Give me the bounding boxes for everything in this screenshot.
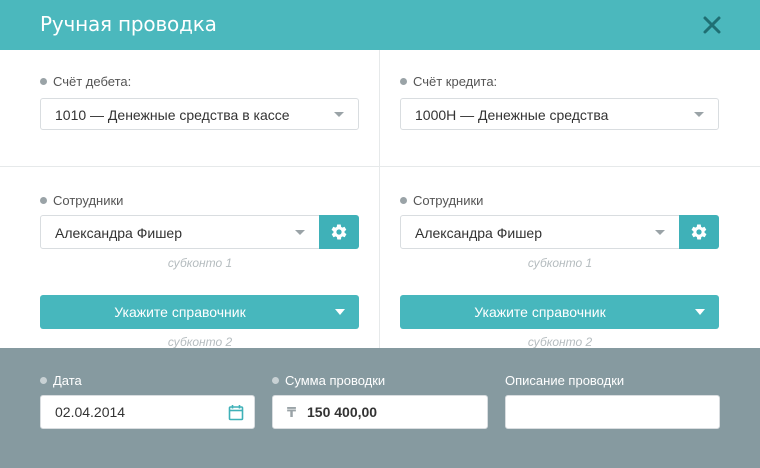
chevron-down-icon <box>694 112 704 117</box>
date-value: 02.04.2014 <box>55 404 126 420</box>
required-dot <box>40 78 47 85</box>
calendar-icon[interactable] <box>228 404 244 421</box>
dialog-header: Ручная проводка <box>0 0 760 50</box>
left-employees-label: Сотрудники <box>40 193 123 208</box>
required-dot <box>272 377 279 384</box>
column-divider <box>379 50 380 348</box>
close-button[interactable] <box>699 12 725 38</box>
tenge-icon: ₸ <box>287 405 297 420</box>
description-label: Описание проводки <box>505 373 625 388</box>
debit-account-select[interactable]: 1010 — Денежные средства в кассе <box>40 98 359 130</box>
left-subconto-2-hint: субконто 2 <box>167 335 233 349</box>
right-employee-settings-button[interactable] <box>679 215 719 249</box>
required-dot <box>400 197 407 204</box>
date-label-text: Дата <box>53 373 82 388</box>
chevron-down-icon <box>295 230 305 235</box>
right-employees-label: Сотрудники <box>400 193 483 208</box>
gear-icon <box>691 224 707 240</box>
close-icon <box>703 16 721 34</box>
chevron-down-icon <box>695 309 705 315</box>
credit-account-select[interactable]: 1000Н — Денежные средства <box>400 98 719 130</box>
required-dot <box>40 197 47 204</box>
right-subconto-2-hint: субконто 2 <box>527 335 593 349</box>
right-employee-select[interactable]: Александра Фишер <box>400 215 680 249</box>
chevron-down-icon <box>655 230 665 235</box>
gear-icon <box>331 224 347 240</box>
dialog-footer: Дата 02.04.2014 Сумма проводки ₸ 150 400… <box>0 348 760 468</box>
required-dot <box>400 78 407 85</box>
left-subconto-1-hint: субконто 1 <box>167 256 233 270</box>
right-employees-label-text: Сотрудники <box>413 193 484 208</box>
right-reference-button-label: Укажите справочник <box>474 304 606 320</box>
chevron-down-icon <box>334 112 344 117</box>
left-employee-select[interactable]: Александра Фишер <box>40 215 320 249</box>
debit-account-value: 1010 — Денежные средства в кассе <box>55 107 290 123</box>
sum-label: Сумма проводки <box>272 373 385 388</box>
debit-account-label-text: Счёт дебета: <box>53 74 132 89</box>
right-employee-value: Александра Фишер <box>415 225 542 241</box>
section-divider <box>0 166 760 167</box>
date-input[interactable]: 02.04.2014 <box>40 395 255 429</box>
description-input[interactable] <box>505 395 720 429</box>
manual-entry-dialog: Ручная проводка Счёт дебета: 1010 — Дене… <box>0 0 760 468</box>
left-reference-button-label: Укажите справочник <box>114 304 246 320</box>
sum-value: 150 400,00 <box>307 404 378 420</box>
chevron-down-icon <box>335 309 345 315</box>
left-employee-settings-button[interactable] <box>319 215 359 249</box>
sum-label-text: Сумма проводки <box>285 373 386 388</box>
left-reference-dropdown-button[interactable]: Укажите справочник <box>40 295 359 329</box>
right-subconto-1-hint: субконто 1 <box>527 256 593 270</box>
debit-account-label: Счёт дебета: <box>40 74 131 89</box>
right-reference-dropdown-button[interactable]: Укажите справочник <box>400 295 719 329</box>
credit-account-label-text: Счёт кредита: <box>413 74 498 89</box>
required-dot <box>40 377 47 384</box>
date-label: Дата <box>40 373 82 388</box>
sum-input[interactable]: ₸ 150 400,00 <box>272 395 488 429</box>
left-employee-value: Александра Фишер <box>55 225 182 241</box>
credit-account-label: Счёт кредита: <box>400 74 497 89</box>
dialog-title: Ручная проводка <box>40 12 217 36</box>
credit-account-value: 1000Н — Денежные средства <box>415 107 609 123</box>
left-employees-label-text: Сотрудники <box>53 193 124 208</box>
